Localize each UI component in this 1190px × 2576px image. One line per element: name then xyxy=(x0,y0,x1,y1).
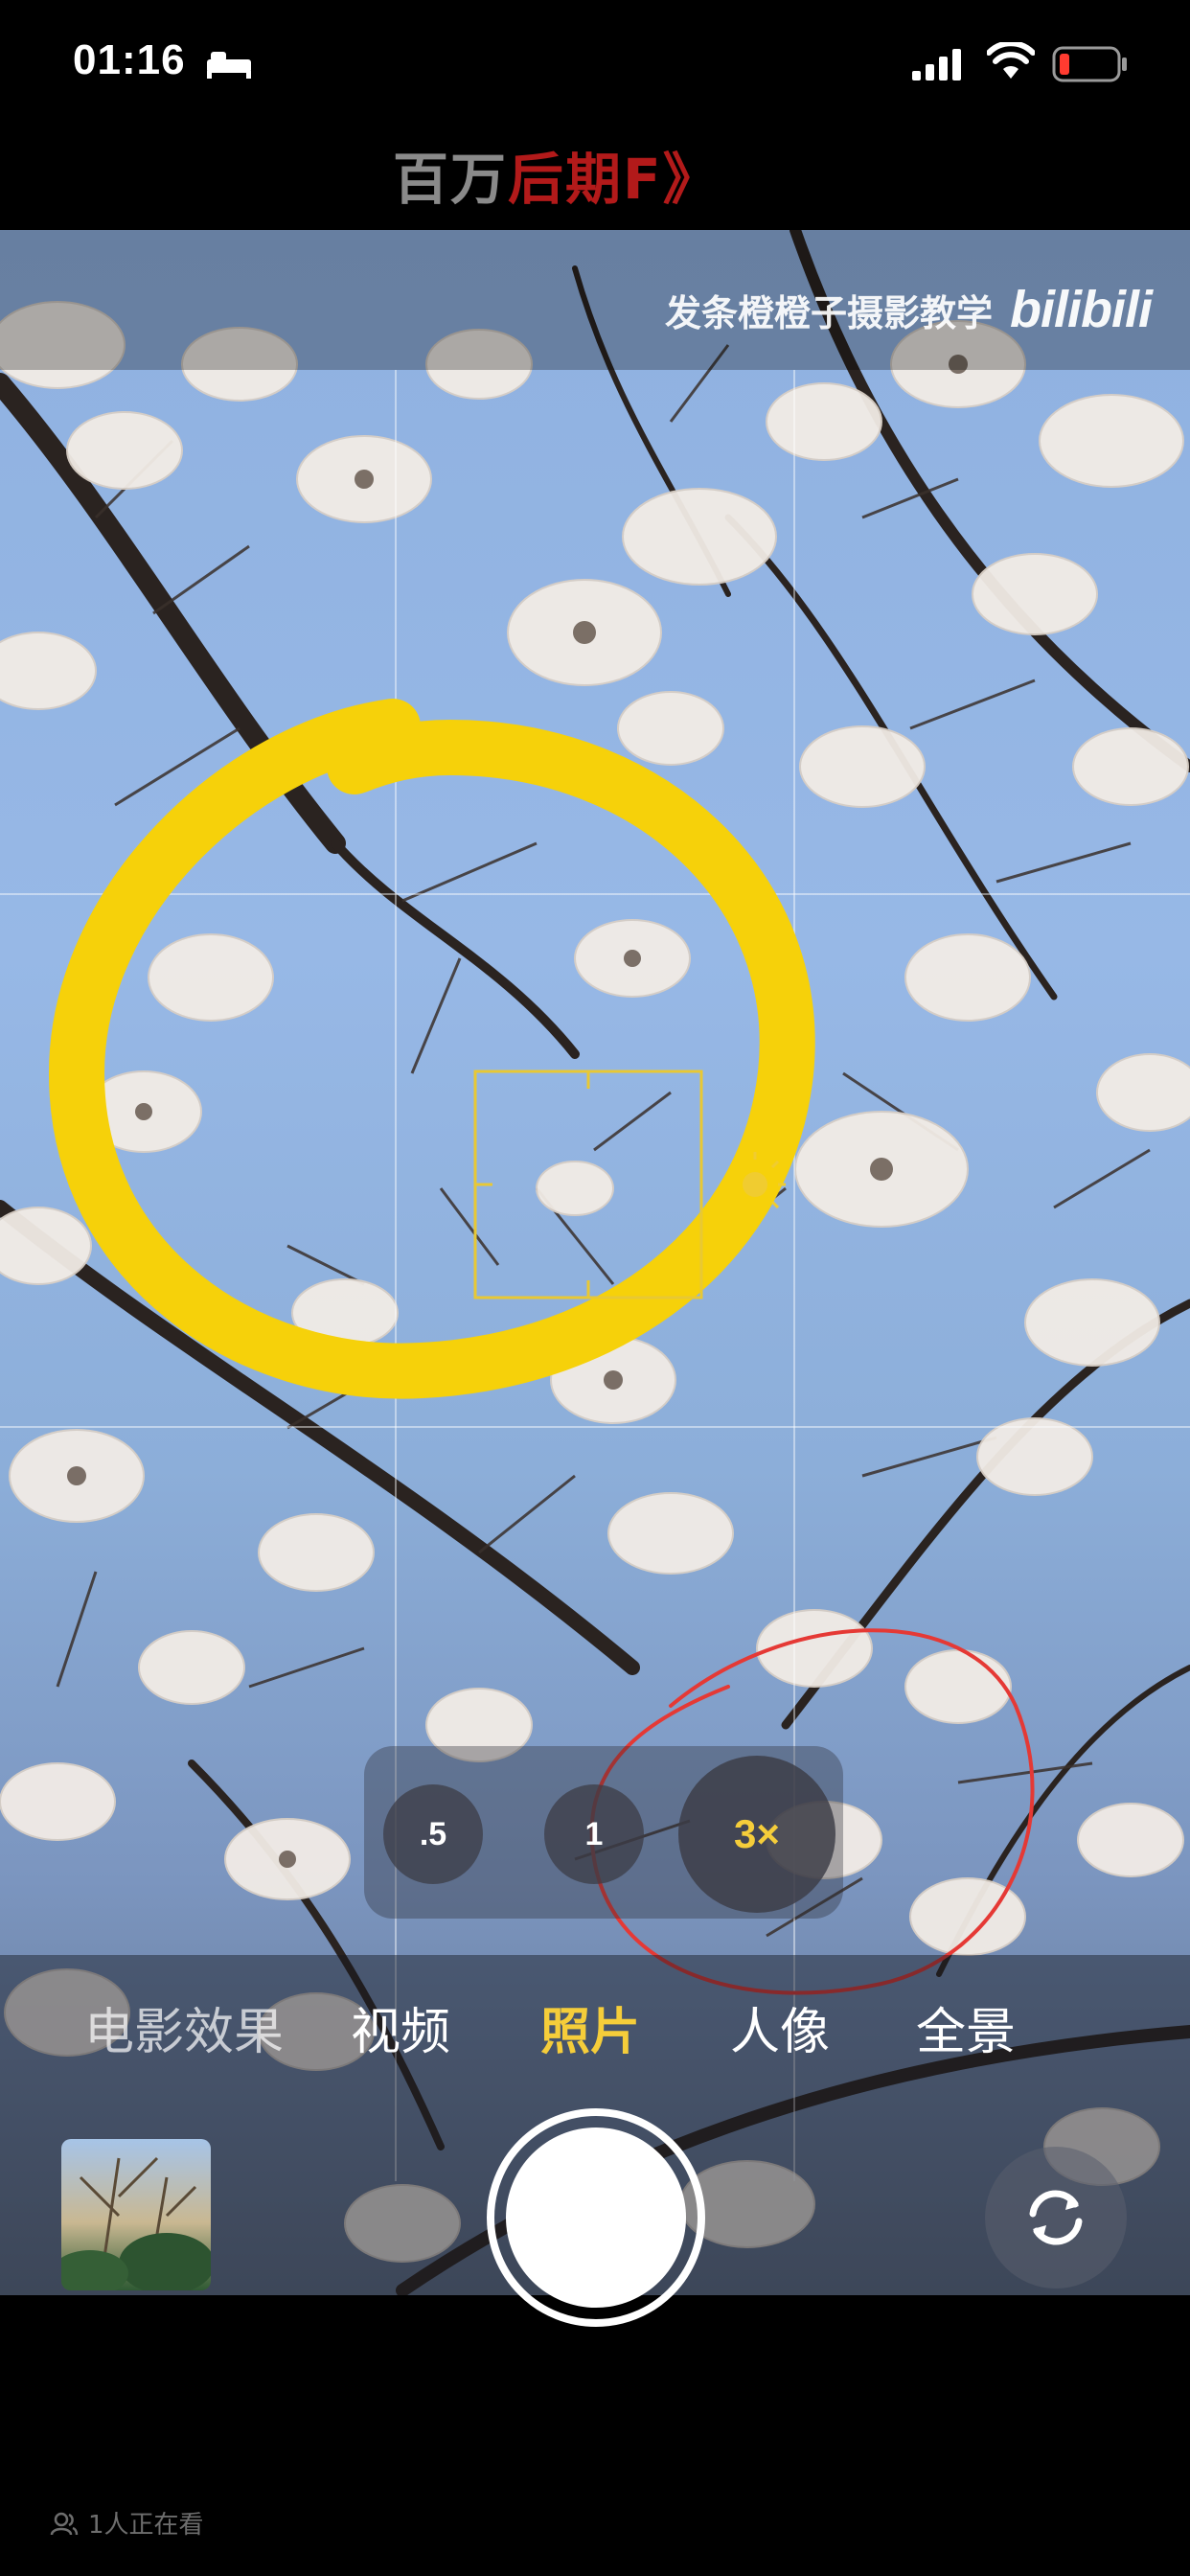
status-time: 01:16 xyxy=(73,36,186,83)
wifi-icon xyxy=(987,42,1035,79)
zoom-0.5x-button[interactable]: .5 xyxy=(383,1784,483,1884)
cellular-signal-icon xyxy=(912,49,961,80)
mode-video[interactable]: 视频 xyxy=(351,1991,450,2063)
mode-photo[interactable]: 照片 xyxy=(540,1991,640,2063)
zoom-1x-button[interactable]: 1 xyxy=(544,1784,644,1884)
bed-icon xyxy=(207,52,251,79)
mode-portrait[interactable]: 人像 xyxy=(730,1991,830,2063)
switch-camera-icon xyxy=(1029,2190,1083,2245)
video-title-part2: 后期 xyxy=(508,147,624,212)
viewers-icon xyxy=(50,2512,79,2535)
video-title: 百万后期F》 xyxy=(393,134,721,215)
shutter-button[interactable] xyxy=(506,2128,686,2308)
zoom-3x-button[interactable]: 3× xyxy=(678,1756,835,1913)
video-title-part3: F》 xyxy=(623,147,721,212)
mode-panorama[interactable]: 全景 xyxy=(916,1991,1016,2063)
mode-cinematic[interactable]: 电影效果 xyxy=(84,1991,284,2063)
yellow-circle-annotation xyxy=(48,699,815,1399)
thumbnail-image xyxy=(61,2156,211,2290)
battery-low-icon xyxy=(1052,46,1127,82)
switch-camera-button[interactable] xyxy=(985,2147,1127,2288)
status-bar: 01:16 xyxy=(0,0,1190,134)
viewer-count: 1人正在看 xyxy=(50,2505,204,2541)
last-photo-thumbnail[interactable] xyxy=(61,2139,211,2290)
video-title-part1: 百万 xyxy=(393,147,509,212)
viewer-count-text: 1人正在看 xyxy=(88,2511,204,2540)
